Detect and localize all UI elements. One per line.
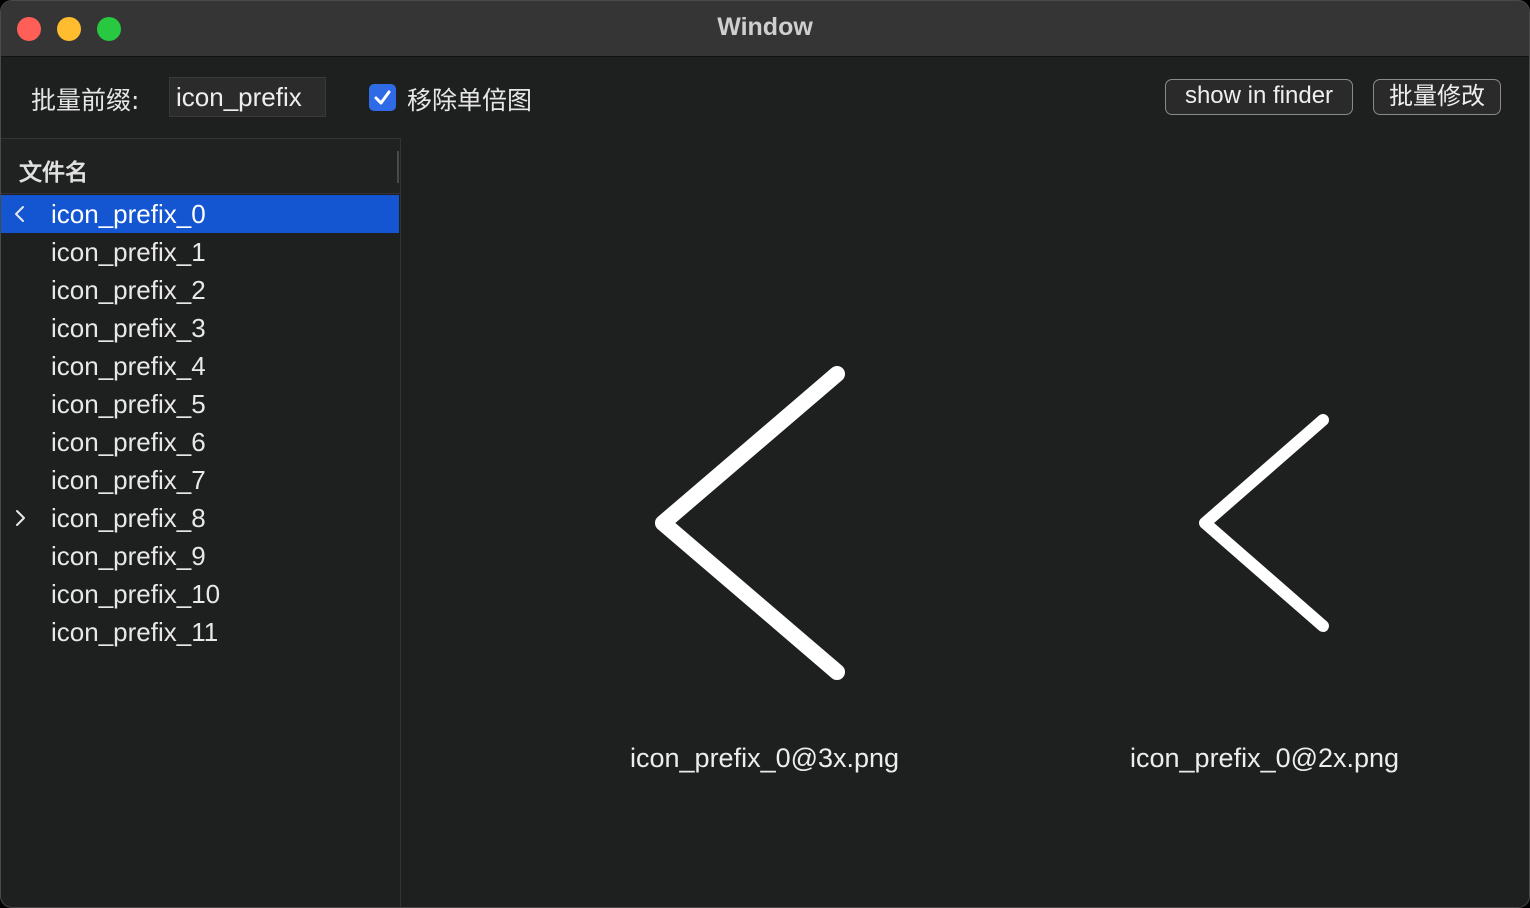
checkmark-icon [374, 90, 391, 105]
list-item[interactable]: icon_prefix_2 [1, 271, 399, 309]
show-in-finder-button[interactable]: show in finder [1165, 79, 1353, 115]
list-item[interactable]: icon_prefix_7 [1, 461, 399, 499]
list-item-label: icon_prefix_2 [51, 275, 206, 305]
chevron-left-icon [1199, 414, 1329, 632]
list-item[interactable]: icon_prefix_11 [1, 613, 399, 651]
remove-1x-checkbox[interactable] [369, 84, 396, 111]
list-item[interactable]: icon_prefix_9 [1, 537, 399, 575]
chevron-left-icon [15, 206, 24, 222]
app-window: Window 批量前缀: 移除单倍图 show in finder 批量修改 文… [0, 0, 1530, 908]
preview-filename: icon_prefix_0@2x.png [1130, 743, 1400, 773]
list-item-label: icon_prefix_5 [51, 389, 206, 419]
filename-column-header: 文件名 [19, 160, 88, 186]
list-item-label: icon_prefix_6 [51, 427, 206, 457]
list-item[interactable]: icon_prefix_4 [1, 347, 399, 385]
batch-modify-button[interactable]: 批量修改 [1373, 79, 1501, 115]
list-item-label: icon_prefix_0 [51, 199, 206, 229]
list-item-label: icon_prefix_10 [51, 579, 221, 609]
list-item[interactable]: icon_prefix_3 [1, 309, 399, 347]
list-item-label: icon_prefix_11 [51, 617, 219, 647]
list-item[interactable]: icon_prefix_8 [1, 499, 399, 537]
prefix-input[interactable] [169, 77, 326, 117]
title-bar: Window [1, 1, 1529, 57]
chevron-left-icon [655, 366, 845, 680]
preview-area: icon_prefix_0@3x.png icon_prefix_0@2x.png [401, 138, 1529, 907]
remove-1x-checkbox-label[interactable]: 移除单倍图 [407, 81, 532, 117]
list-item-label: icon_prefix_9 [51, 541, 206, 571]
list-item[interactable]: icon_prefix_1 [1, 233, 399, 271]
list-item-label: icon_prefix_1 [51, 237, 206, 267]
list-item[interactable]: icon_prefix_0 [1, 195, 399, 233]
list-item-label: icon_prefix_7 [51, 465, 206, 495]
list-item[interactable]: icon_prefix_10 [1, 575, 399, 613]
list-item[interactable]: icon_prefix_5 [1, 385, 399, 423]
list-item-label: icon_prefix_3 [51, 313, 206, 343]
preview-filename: icon_prefix_0@3x.png [630, 743, 900, 773]
list-header[interactable]: 文件名 [1, 138, 400, 194]
column-divider[interactable] [397, 151, 399, 183]
list-item-label: icon_prefix_4 [51, 351, 206, 381]
chevron-right-icon [16, 510, 25, 526]
list-item[interactable]: icon_prefix_6 [1, 423, 399, 461]
list-item-label: icon_prefix_8 [51, 503, 206, 533]
file-list: icon_prefix_0 icon_prefix_1 icon_prefix_2i… [1, 195, 400, 651]
prefix-label: 批量前缀: [31, 86, 140, 115]
window-title: Window [717, 13, 813, 41]
file-list-sidebar: 文件名 icon_prefix_0 icon_prefix_1 icon_prefi… [1, 138, 401, 907]
toolbar: 批量前缀: 移除单倍图 show in finder 批量修改 [1, 58, 1529, 138]
